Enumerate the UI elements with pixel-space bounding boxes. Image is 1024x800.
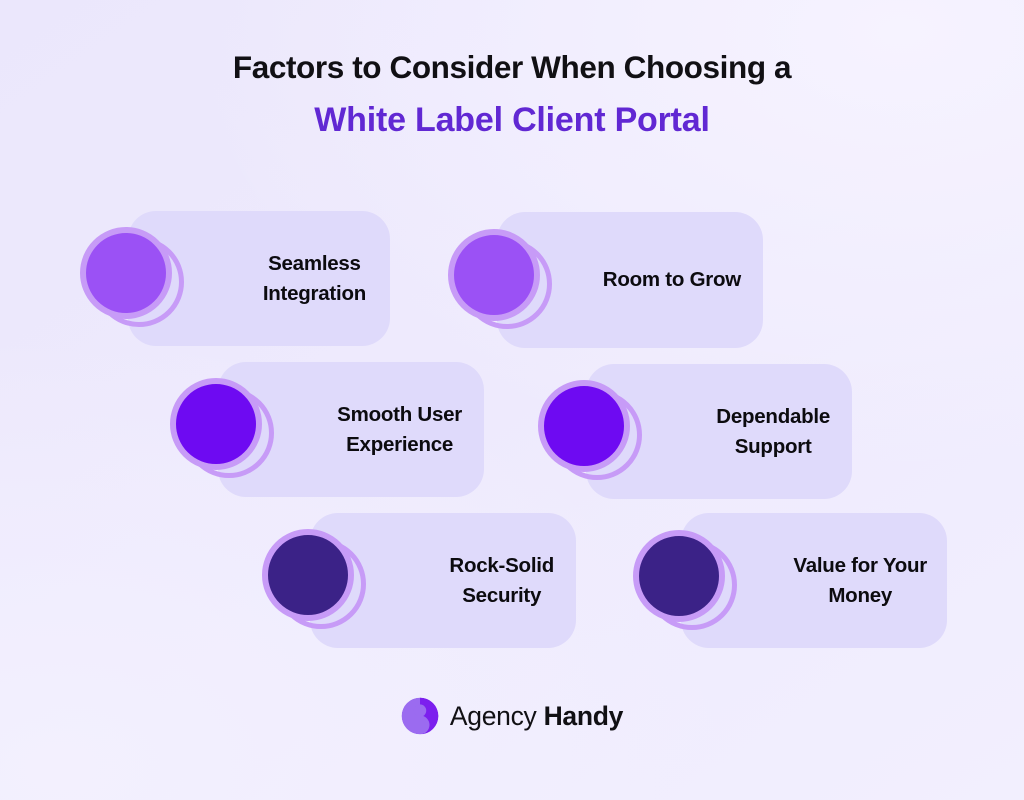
infographic-canvas: Factors to Consider When Choosing a Whit… (0, 0, 1024, 800)
factor-card-value-for-your-money[interactable]: Value for Your Money (633, 513, 947, 648)
factor-badge-seamless-integration (80, 227, 184, 331)
factor-card-dependable-support[interactable]: Dependable Support (538, 364, 852, 499)
agency-handy-triskelion-logo-icon (401, 697, 439, 735)
badge-disc-icon (538, 380, 630, 472)
factor-card-seamless-integration[interactable]: Seamless Integration (80, 211, 390, 346)
badge-disc-icon (170, 378, 262, 470)
factor-card-rock-solid-security[interactable]: Rock-Solid Security (262, 513, 576, 648)
badge-disc-icon (448, 229, 540, 321)
badge-disc-icon (633, 530, 725, 622)
badge-disc-icon (80, 227, 172, 319)
factor-card-label: Seamless Integration (262, 252, 366, 305)
factor-badge-value-for-your-money (633, 530, 737, 634)
factor-badge-smooth-user-experience (170, 378, 274, 482)
brand-word-agency: Agency (449, 700, 537, 731)
factor-card-label: Smooth User Experience (337, 403, 462, 456)
footer-brand[interactable]: Agency Handy (0, 697, 1024, 735)
factor-card-label: Dependable Support (716, 405, 830, 458)
brand-wordmark: Agency Handy (450, 703, 623, 730)
factor-card-label: Value for Your Money (793, 554, 927, 607)
factor-badge-rock-solid-security (262, 529, 366, 633)
title-line-accent: White Label Client Portal (314, 100, 710, 139)
title-line-primary: Factors to Consider When Choosing a (232, 49, 792, 85)
brand-word-handy: Handy (543, 700, 624, 731)
factor-badge-room-to-grow (448, 229, 552, 333)
badge-disc-icon (262, 529, 354, 621)
page-title: Factors to Consider When Choosing a Whit… (0, 49, 1024, 139)
factor-card-label: Room to Grow (602, 268, 741, 292)
factor-card-room-to-grow[interactable]: Room to Grow (448, 212, 763, 348)
factor-card-smooth-user-experience[interactable]: Smooth User Experience (170, 362, 484, 497)
factor-badge-dependable-support (538, 380, 642, 484)
factor-card-label: Rock-Solid Security (449, 554, 554, 607)
